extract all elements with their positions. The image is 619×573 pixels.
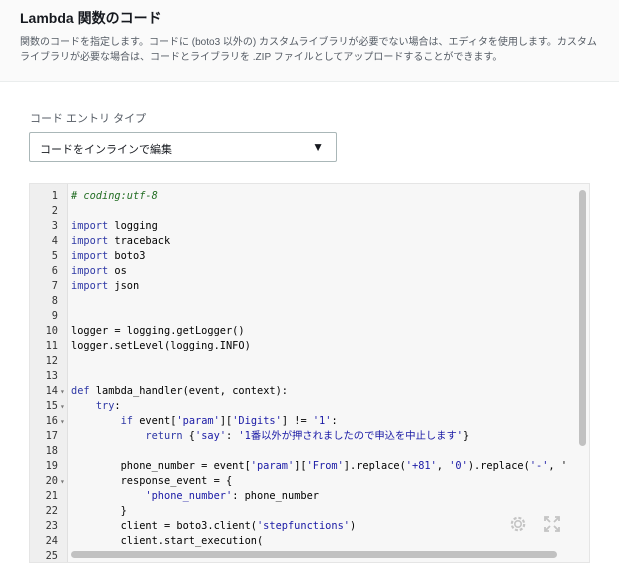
code-line: 11 logger.setLevel(logging.INFO) <box>30 339 589 354</box>
code-line: 6 import os <box>30 264 589 279</box>
line-number: 7 <box>51 280 58 292</box>
vertical-scrollbar[interactable] <box>579 190 586 446</box>
line-number: 19 <box>45 460 58 472</box>
line-number: 16 <box>45 415 58 427</box>
code-line: 8 <box>30 294 589 309</box>
code-text: import traceback <box>71 235 171 247</box>
code-line: 19 phone_number = event['param']['From']… <box>30 459 589 474</box>
code-text: client = boto3.client('stepfunctions') <box>71 520 357 532</box>
code-entry-type-label: コード エントリ タイプ <box>30 113 147 125</box>
code-text: logger = logging.getLogger() <box>71 325 245 337</box>
code-line: 18 <box>30 444 589 459</box>
code-line: 13 <box>30 369 589 384</box>
line-number: 25 <box>45 550 58 562</box>
line-number: 23 <box>45 520 58 532</box>
code-line: 16 ▾ if event['param']['Digits'] != '1': <box>30 414 589 429</box>
code-line: 17 return {'say': '1番以外が押されましたので申込を中止します… <box>30 429 589 444</box>
code-text: import logging <box>71 220 158 232</box>
code-line: 10 logger = logging.getLogger() <box>30 324 589 339</box>
code-line: 1 # coding:utf-8 <box>30 189 589 204</box>
line-number: 12 <box>45 355 58 367</box>
code-text: def lambda_handler(event, context): <box>71 385 288 397</box>
line-number: 8 <box>51 295 58 307</box>
line-number: 15 <box>45 400 58 412</box>
code-text: import os <box>71 265 127 277</box>
code-text: try: <box>95 400 121 412</box>
fold-toggle-icon[interactable]: ▾ <box>60 399 65 414</box>
line-number: 5 <box>51 250 58 262</box>
code-text: if event['param']['Digits'] != '1': <box>120 415 338 427</box>
section-title: Lambda 関数のコード <box>20 10 162 26</box>
code-entry-type-select[interactable]: コードをインラインで編集 ▼ <box>29 132 337 162</box>
code-line: 21 'phone_number': phone_number <box>30 489 589 504</box>
code-line: 24 client.start_execution( <box>30 534 589 549</box>
line-number: 17 <box>45 430 58 442</box>
line-number: 2 <box>51 205 58 217</box>
code-line: 12 <box>30 354 589 369</box>
line-number: 9 <box>51 310 58 322</box>
fold-toggle-icon[interactable]: ▾ <box>60 384 65 399</box>
line-number: 1 <box>51 190 58 202</box>
line-number: 24 <box>45 535 58 547</box>
horizontal-scrollbar[interactable] <box>71 551 557 558</box>
line-number: 18 <box>45 445 58 457</box>
line-number: 3 <box>51 220 58 232</box>
line-number: 20 <box>45 475 58 487</box>
line-number: 13 <box>45 370 58 382</box>
code-line: 9 <box>30 309 589 324</box>
code-line: 22 } <box>30 504 589 519</box>
caret-down-icon: ▼ <box>312 140 324 154</box>
fold-toggle-icon[interactable]: ▾ <box>60 414 65 429</box>
section-description: 関数のコードを指定します。コードに (boto3 以外の) カスタムライブラリが… <box>20 37 597 63</box>
gear-icon[interactable] <box>508 514 528 534</box>
code-line: 20 ▾ response_event = { <box>30 474 589 489</box>
code-text: logger.setLevel(logging.INFO) <box>71 340 251 352</box>
expand-icon[interactable] <box>543 515 561 533</box>
fold-toggle-icon[interactable]: ▾ <box>60 474 65 489</box>
code-text: import boto3 <box>71 250 146 262</box>
code-text: response_event = { <box>71 475 233 487</box>
line-number: 22 <box>45 505 58 517</box>
line-number: 11 <box>45 340 58 352</box>
code-editor[interactable]: 1 # coding:utf-8 2 3 import logging 4 import t… <box>29 183 590 563</box>
code-text: return {'say': '1番以外が押されましたので申込を中止します'} <box>145 430 470 442</box>
line-number: 4 <box>51 235 58 247</box>
code-line: 5 import boto3 <box>30 249 589 264</box>
code-line: 23 client = boto3.client('stepfunctions'… <box>30 519 589 534</box>
line-number: 14 <box>45 385 58 397</box>
code-lines: 1 # coding:utf-8 2 3 import logging 4 import t… <box>30 189 589 562</box>
code-line: 2 <box>30 204 589 219</box>
code-entry-type-value: コードをインラインで編集 <box>40 144 172 156</box>
line-number: 21 <box>45 490 58 502</box>
line-number: 6 <box>51 265 58 277</box>
code-text: phone_number = event['param']['From'].re… <box>71 460 568 472</box>
function-code-header: Lambda 関数のコード 関数のコードを指定します。コードに (boto3 以… <box>0 0 619 82</box>
code-text: client.start_execution( <box>71 535 264 547</box>
code-line: 15 ▾ try: <box>30 399 589 414</box>
code-text: } <box>71 505 127 517</box>
code-text: 'phone_number': phone_number <box>145 490 319 502</box>
code-text: import json <box>71 280 140 292</box>
code-line: 14 ▾ def lambda_handler(event, context): <box>30 384 589 399</box>
code-line: 3 import logging <box>30 219 589 234</box>
code-line: 4 import traceback <box>30 234 589 249</box>
code-text: # coding:utf-8 <box>71 190 158 202</box>
code-line: 7 import json <box>30 279 589 294</box>
line-number: 10 <box>45 325 58 337</box>
